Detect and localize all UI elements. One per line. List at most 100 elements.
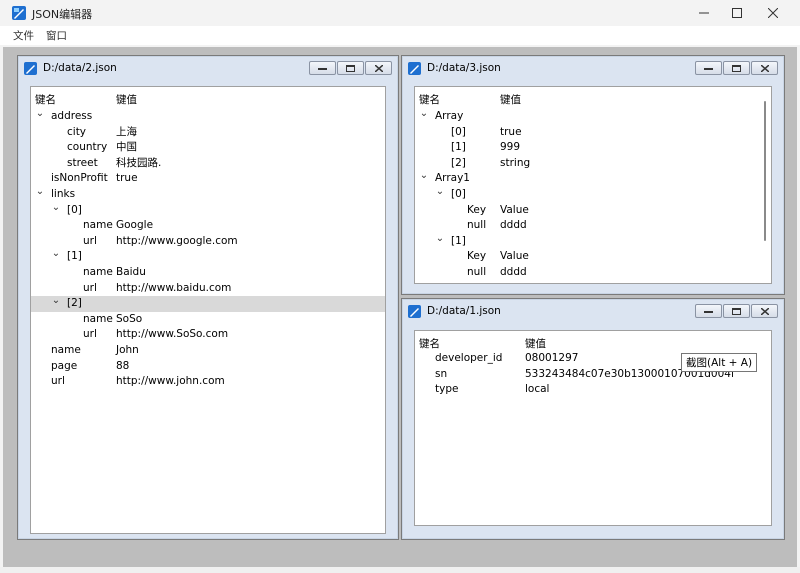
expand-chevron-icon[interactable]: ⌄ [51,293,61,309]
column-header-key: 键名 [419,94,440,106]
tree-row[interactable]: null dddd [415,265,771,281]
subwindow-close-button[interactable] [751,61,778,75]
maximize-button[interactable] [721,0,753,26]
subwindow-restore-button[interactable] [723,61,750,75]
tree-row[interactable]: [1] 999 [415,140,771,156]
tree-row-key: address [51,110,93,122]
menubar: 文件 窗口 [0,26,800,45]
subwindow-title-text: D:/data/3.json [427,62,501,74]
minimize-icon [704,311,713,313]
tree-row-value: http://www.SoSo.com [116,328,229,341]
close-button[interactable] [757,0,789,26]
tree-row[interactable]: ⌄ [0] [415,184,771,203]
expand-chevron-icon[interactable]: ⌄ [51,200,61,216]
subwindow-minimize-button[interactable] [309,61,336,75]
tree-row-key: street [67,156,98,169]
tree-row-key: developer_id [435,352,503,364]
subwindow-title-text: D:/data/1.json [427,305,501,317]
tree-row-key: Array [435,110,464,122]
expand-chevron-icon[interactable]: ⌄ [35,184,45,200]
tree-row[interactable]: page 88 [31,359,385,375]
app-titlebar[interactable]: JSON编辑器 [0,0,800,26]
tree-row-key: [2] [67,297,82,310]
tree-row-key: [2] [451,156,466,169]
minimize-icon [704,68,713,70]
tree-row[interactable]: ⌄ Array [415,106,771,125]
expand-chevron-icon[interactable]: ⌄ [419,106,429,122]
maximize-icon [732,8,742,18]
app-icon [12,6,26,20]
tree-row[interactable]: street 科技园路. [31,156,385,172]
column-header-key: 键名 [35,94,56,106]
column-header-value: 键值 [116,94,137,106]
tree-row[interactable]: name SoSo [31,312,385,328]
menu-window[interactable]: 窗口 [46,28,67,43]
tree-row-key: [0] [451,125,466,138]
screenshot-tooltip: 截图(Alt + A) [681,353,758,372]
column-header-key: 键名 [419,338,440,350]
tree-row-key: name [83,219,113,232]
json-tree[interactable]: 键名 键值 ⌄ Array [0] true [1] 999 [2] string ⌄ Array… [414,86,772,284]
tree-row[interactable]: ⌄ address [31,106,385,125]
tree-row-value: 88 [116,359,130,372]
tree-row-key: type [435,383,459,396]
expand-chevron-icon[interactable]: ⌄ [419,168,429,184]
tree-row-value: 999 [500,141,521,154]
tree-row[interactable]: ⌄ Array1 [415,168,771,187]
subwindow-restore-button[interactable] [723,304,750,318]
subwindow-3json[interactable]: D:/data/3.json 键名 键值 ⌄ Array [0] true [1] 999… [401,55,785,295]
menu-file[interactable]: 文件 [13,28,34,43]
subwindow-title: D:/data/1.json [408,299,501,323]
tree-row-key: url [51,375,65,388]
json-tree[interactable]: 键名 键值 ⌄ address city 上海 country 中国 street 科技园路.… [30,86,386,534]
restore-icon [732,64,741,72]
tree-row[interactable]: name John [31,343,385,359]
column-header-value: 键值 [500,94,521,106]
tree-row-value: http://www.google.com [116,234,238,247]
subwindow-minimize-button[interactable] [695,61,722,75]
tree-row-value: http://www.john.com [116,375,225,388]
tree-row[interactable]: ⌄ [2] [31,293,385,312]
tree-header: 键名 键值 [415,331,771,353]
tree-row[interactable]: ⌄ [0] [31,200,385,219]
subwindow-2json[interactable]: D:/data/2.json 键名 键值 ⌄ address city 上海 count… [17,55,399,540]
subwindow-minimize-button[interactable] [695,304,722,318]
expand-chevron-icon[interactable]: ⌄ [435,184,445,200]
expand-chevron-icon[interactable]: ⌄ [51,246,61,262]
tree-row-key: [0] [67,203,82,216]
tree-row[interactable]: url http://www.john.com [31,374,385,390]
expand-chevron-icon[interactable]: ⌄ [435,231,445,247]
tree-row[interactable]: Key Value [415,203,771,219]
expand-chevron-icon[interactable]: ⌄ [35,106,45,122]
tree-row[interactable]: name Google [31,218,385,234]
tree-row[interactable]: ⌄ [1] [31,246,385,265]
close-icon [760,307,769,315]
tree-row-key: [1] [451,141,466,154]
tree-row[interactable]: null dddd [415,218,771,234]
tree-row[interactable]: url http://www.google.com [31,234,385,250]
tree-row[interactable]: [0] true [415,125,771,141]
tree-row[interactable]: type local [415,382,771,398]
subwindow-close-button[interactable] [365,61,392,75]
subwindow-restore-button[interactable] [337,61,364,75]
tree-row[interactable]: name Baidu [31,265,385,281]
tree-header: 键名 键值 [31,87,385,109]
tree-row[interactable]: [2] string [415,156,771,172]
tree-row-key: Key [467,250,487,263]
tree-row-key: url [83,328,97,341]
subwindow-title: D:/data/3.json [408,56,501,80]
tree-row[interactable]: isNonProfit true [31,171,385,187]
tree-row[interactable]: url http://www.SoSo.com [31,327,385,343]
tree-row[interactable]: url http://www.baidu.com [31,281,385,297]
minimize-button[interactable] [688,0,720,26]
subwindow-close-button[interactable] [751,304,778,318]
tree-row-key: page [51,359,78,372]
tree-row-value: dddd [500,219,527,232]
tree-row[interactable]: ⌄ [1] [415,231,771,250]
subwindow-1json[interactable]: D:/data/1.json 键名 键值 developer_id 0800129… [401,298,785,540]
tree-row-value: Google [116,219,154,232]
tree-row[interactable]: Key Value [415,249,771,265]
tree-row[interactable]: city 上海 [31,125,385,141]
tree-row[interactable]: ⌄ links [31,184,385,203]
tree-row[interactable]: country 中国 [31,140,385,156]
